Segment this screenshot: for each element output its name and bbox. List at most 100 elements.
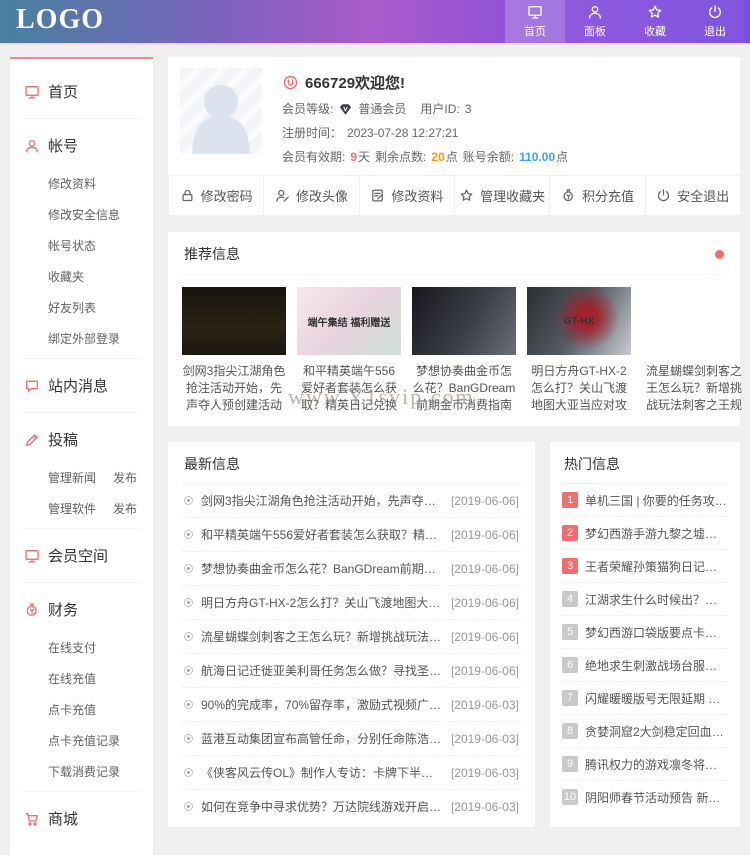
sidebar-subitem[interactable]: 下载消费记录 (22, 756, 141, 787)
recommend-thumbnail[interactable] (412, 287, 516, 355)
recommend-title: 推荐信息 (184, 246, 240, 262)
latest-news-text[interactable]: 如何在竞争中寻求优势？万达院线游戏开启多元化产品布局 (201, 798, 443, 815)
latest-news-text[interactable]: 90%的完成率，70%留存率，激励式视频广告对于开发者的... (201, 696, 443, 713)
sidebar-subitem[interactable]: 修改安全信息 (22, 199, 141, 230)
recommend-caption[interactable]: 明日方舟GT-HX-2怎么打？关山飞渡地图大亚当应对攻略 (527, 363, 631, 414)
latest-news-text[interactable]: 明日方舟GT-HX-2怎么打？关山飞渡地图大亚当应对攻略 (201, 594, 443, 611)
hot-news-text[interactable]: 腾讯权力的游戏凛冬将至版号过审，... (585, 756, 728, 773)
thumbnail-overlay-text: GT-HX (563, 315, 595, 327)
account-action-button[interactable]: 安全退出 (644, 176, 740, 215)
recommend-caption[interactable]: 和平精英端午556爱好者套装怎么获取？精英日记兑换方法 (297, 363, 401, 414)
nav-item-logout[interactable]: 退出 (685, 0, 745, 43)
hot-news-item[interactable]: 6 绝地求生刺激战场台服今日上线公测... (562, 649, 728, 682)
latest-news-item[interactable]: 梦想协奏曲金币怎么花？BanGDream前期金币消费指南 [2019-06-06… (182, 552, 521, 586)
hot-news-item[interactable]: 4 江湖求生什么时候出？江湖求生测试... (562, 583, 728, 616)
latest-news-item[interactable]: 《侠客风云传OL》制作人专访：卡牌下半场，我们不一样 [2019-06-03] (182, 756, 521, 790)
recommend-thumbnail[interactable]: 端午集结 福利赠送 (297, 287, 401, 355)
latest-news-item[interactable]: 蓝港互动集团宣布高管任命，分别任命陈浩、严雨松为蓝港... [2019-06-0… (182, 722, 521, 756)
hot-news-text[interactable]: 单机三国 | 你要的任务攻略在这里！ (585, 492, 728, 509)
account-action-button[interactable]: 修改头像 (263, 176, 358, 215)
nav-item-home[interactable]: 首页 (505, 0, 565, 43)
sidebar-subitem[interactable]: 修改资料 (22, 168, 141, 199)
latest-news-item[interactable]: 90%的完成率，70%留存率，激励式视频广告对于开发者的... [2019-06… (182, 688, 521, 722)
recommend-caption[interactable]: 剑网3指尖江湖角色抢注活动开始，先声夺人预创建活动入口 (182, 363, 286, 414)
hot-news-item[interactable]: 8 贪婪洞窟2大剑稳定回血加强 单人爆... (562, 715, 728, 748)
recommend-item[interactable]: 流星蝴蝶剑刺客之王怎么玩？新增挑战玩法刺客之王规则 (642, 287, 746, 414)
sidebar-subitem[interactable]: 在线充值 (22, 663, 141, 694)
recommend-item[interactable]: 端午集结 福利赠送 和平精英端午556爱好者套装怎么获取？精英日记兑换方法 (297, 287, 401, 414)
avatar[interactable] (180, 68, 262, 154)
sidebar-subitem[interactable]: 帐号状态 (22, 230, 141, 261)
latest-news-text[interactable]: 《侠客风云传OL》制作人专访：卡牌下半场，我们不一样 (201, 764, 443, 781)
hot-news-text[interactable]: 王者荣耀孙策猫狗日记皮肤台词曝光 ... (585, 558, 728, 575)
sidebar-group-title[interactable]: 商城 (22, 796, 141, 841)
hot-news-text[interactable]: 贪婪洞窟2大剑稳定回血加强 单人爆... (585, 723, 728, 740)
latest-news-item[interactable]: 和平精英端午556爱好者套装怎么获取？精英日记兑换方法 [2019-06-06] (182, 518, 521, 552)
latest-news-text[interactable]: 蓝港互动集团宣布高管任命，分别任命陈浩、严雨松为蓝港... (201, 730, 443, 747)
latest-news-item[interactable]: 如何在竞争中寻求优势？万达院线游戏开启多元化产品布局 [2019-06-03] (182, 790, 521, 823)
site-logo[interactable]: LOGO (0, 0, 104, 43)
recommend-thumbnail[interactable]: GT-HX (527, 287, 631, 355)
hot-news-item[interactable]: 5 梦幻西游口袋版要点卡吗 梦幻西游口... (562, 616, 728, 649)
hot-news-text[interactable]: 阴阳师春节活动预告 新式神化鲸登场 (585, 789, 728, 806)
hot-news-item[interactable]: 3 王者荣耀孙策猫狗日记皮肤台词曝光 ... (562, 550, 728, 583)
hot-news-item[interactable]: 9 腾讯权力的游戏凛冬将至版号过审，... (562, 748, 728, 781)
hot-news-item[interactable]: 7 闪耀暖暖版号无限延期 手游版号申请... (562, 682, 728, 715)
sidebar-group-title[interactable]: 帐号 (22, 123, 141, 168)
sidebar-subitem-action[interactable]: 发布 (113, 500, 137, 517)
thumbnail-overlay-text (230, 319, 238, 323)
sidebar-subitem[interactable]: 好友列表 (22, 292, 141, 323)
latest-news-item[interactable]: 航海日记迁徙亚美利哥任务怎么做？寻找圣剑坐标攻略 [2019-06-06] (182, 654, 521, 688)
sidebar-subitem-action[interactable]: 发布 (113, 469, 137, 486)
hot-news-text[interactable]: 梦幻西游口袋版要点卡吗 梦幻西游口... (585, 624, 728, 641)
recommend-caption[interactable]: 流星蝴蝶剑刺客之王怎么玩？新增挑战玩法刺客之王规则 (642, 363, 746, 414)
latest-news-text[interactable]: 流星蝴蝶剑刺客之王怎么玩？新增挑战玩法刺客之王规则 (201, 628, 443, 645)
nav-item-favorites[interactable]: 收藏 (625, 0, 685, 43)
rank-badge: 3 (562, 558, 578, 574)
hot-news-text[interactable]: 梦幻西游手游九黎之墟第一赛季结束... (585, 525, 728, 542)
recommend-thumbnail[interactable] (182, 287, 286, 355)
sidebar-subitem[interactable]: 管理新闻 发布 (22, 462, 141, 493)
hot-news-item[interactable]: 1 单机三国 | 你要的任务攻略在这里！ (562, 484, 728, 517)
bullet-icon (184, 734, 193, 743)
account-stats-row: 会员有效期: 9天 剩余点数: 20 点 账号余额: 110.00 点 (282, 149, 568, 165)
latest-news-item[interactable]: 剑网3指尖江湖角色抢注活动开始，先声夺人预创建活动入口 [2019-06-06] (182, 484, 521, 518)
sidebar-subitem[interactable]: 点卡充值 (22, 694, 141, 725)
hot-news-text[interactable]: 绝地求生刺激战场台服今日上线公测... (585, 657, 728, 674)
sidebar-group-title[interactable]: 会员空间 (22, 533, 141, 578)
sidebar-group-title[interactable]: 首页 (22, 69, 141, 114)
account-action-button[interactable]: 修改密码 (168, 176, 263, 215)
hot-news-text[interactable]: 闪耀暖暖版号无限延期 手游版号申请... (585, 690, 728, 707)
sidebar-subitem[interactable]: 管理软件 发布 (22, 493, 141, 524)
latest-news-text[interactable]: 梦想协奏曲金币怎么花？BanGDream前期金币消费指南 (201, 560, 443, 577)
latest-news-text[interactable]: 航海日记迁徙亚美利哥任务怎么做？寻找圣剑坐标攻略 (201, 662, 443, 679)
hot-news-text[interactable]: 江湖求生什么时候出？江湖求生测试... (585, 591, 728, 608)
recommend-thumbnail[interactable] (642, 287, 746, 355)
sidebar-group-title[interactable]: 投稿 (22, 417, 141, 462)
sidebar-subitem[interactable]: 在线支付 (22, 632, 141, 663)
recommend-caption[interactable]: 梦想协奏曲金币怎么花？BanGDream前期金币消费指南 (412, 363, 516, 414)
sidebar-group-label: 财务 (48, 602, 79, 619)
latest-news-item[interactable]: 流星蝴蝶剑刺客之王怎么玩？新增挑战玩法刺客之王规则 [2019-06-06] (182, 620, 521, 654)
account-action-label: 管理收藏夹 (480, 189, 546, 204)
recommend-item[interactable]: 剑网3指尖江湖角色抢注活动开始，先声夺人预创建活动入口 (182, 287, 286, 414)
sidebar-subitem[interactable]: 点卡充值记录 (22, 725, 141, 756)
latest-news-item[interactable]: 明日方舟GT-HX-2怎么打？关山飞渡地图大亚当应对攻略 [2019-06-06… (182, 586, 521, 620)
latest-news-text[interactable]: 和平精英端午556爱好者套装怎么获取？精英日记兑换方法 (201, 526, 443, 543)
hot-news-item[interactable]: 10 阴阳师春节活动预告 新式神化鲸登场 (562, 781, 728, 813)
hot-news-item[interactable]: 2 梦幻西游手游九黎之墟第一赛季结束... (562, 517, 728, 550)
sidebar-group-title[interactable]: 站内消息 (22, 363, 141, 408)
latest-news-text[interactable]: 剑网3指尖江湖角色抢注活动开始，先声夺人预创建活动入口 (201, 492, 443, 509)
recommend-item[interactable]: GT-HX 明日方舟GT-HX-2怎么打？关山飞渡地图大亚当应对攻略 (527, 287, 631, 414)
sidebar-subitem[interactable]: 绑定外部登录 (22, 323, 141, 354)
sidebar-group-label: 商城 (48, 811, 79, 828)
account-action-button[interactable]: 积分充值 (549, 176, 644, 215)
nav-item-panel[interactable]: 面板 (565, 0, 625, 43)
sidebar-group-title[interactable]: 财务 (22, 587, 141, 632)
sidebar-subitem[interactable]: 收藏夹 (22, 261, 141, 292)
avatar-silhouette-icon (192, 85, 250, 154)
account-action-button[interactable]: 修改资料 (358, 176, 454, 215)
account-action-button[interactable]: 管理收藏夹 (453, 176, 549, 215)
points-label: 剩余点数: (375, 150, 427, 164)
recommend-item[interactable]: 梦想协奏曲金币怎么花？BanGDream前期金币消费指南 (412, 287, 516, 414)
